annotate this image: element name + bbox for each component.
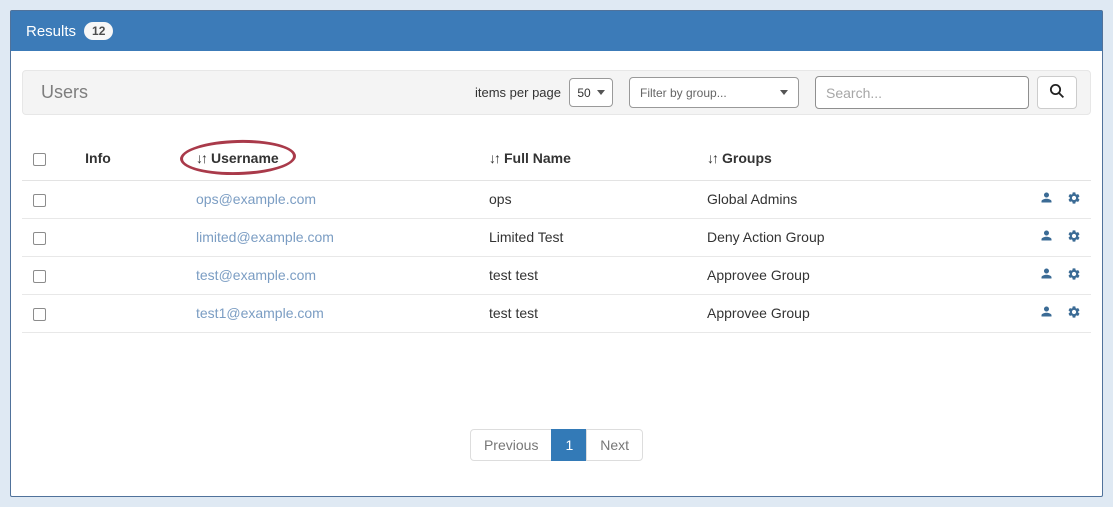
user-icon[interactable] — [1039, 228, 1054, 246]
group-filter-value: Filter by group... — [640, 86, 727, 100]
column-header-groups[interactable]: ↓↑Groups — [707, 136, 1013, 180]
row-checkbox[interactable] — [33, 270, 46, 283]
table-header-row: Info ↓↑Username ↓↑Full Name ↓↑Groups — [22, 136, 1091, 180]
column-header-fullname[interactable]: ↓↑Full Name — [489, 136, 707, 180]
column-header-info: Info — [58, 136, 138, 180]
column-header-username[interactable]: ↓↑Username — [138, 136, 489, 180]
results-count-badge: 12 — [84, 22, 113, 40]
username-link[interactable]: ops@example.com — [196, 191, 316, 207]
table-toolbar: Users items per page 50 Filter by group.… — [22, 70, 1091, 115]
user-icon[interactable] — [1039, 266, 1054, 284]
table-row: test@example.com test test Approvee Grou… — [22, 256, 1091, 294]
items-per-page-label: items per page — [475, 85, 561, 100]
table-row: ops@example.com ops Global Admins — [22, 180, 1091, 218]
group-filter-select[interactable]: Filter by group... — [629, 77, 799, 108]
groups-cell: Global Admins — [707, 180, 1013, 218]
gear-icon[interactable] — [1067, 305, 1081, 322]
gear-icon[interactable] — [1067, 191, 1081, 208]
chevron-down-icon — [597, 90, 605, 95]
fullname-cell: test test — [489, 256, 707, 294]
sort-icon: ↓↑ — [196, 150, 206, 166]
results-panel: Results 12 Users items per page 50 Filte… — [10, 10, 1103, 497]
sort-icon: ↓↑ — [489, 150, 499, 166]
fullname-cell: Limited Test — [489, 218, 707, 256]
username-link[interactable]: test1@example.com — [196, 305, 324, 321]
row-checkbox[interactable] — [33, 308, 46, 321]
groups-cell: Approvee Group — [707, 256, 1013, 294]
info-cell — [58, 294, 138, 332]
table-row: test1@example.com test test Approvee Gro… — [22, 294, 1091, 332]
toolbar-controls: items per page 50 Filter by group... — [475, 76, 1077, 109]
groups-cell: Deny Action Group — [707, 218, 1013, 256]
panel-heading: Results 12 — [11, 11, 1102, 51]
items-per-page-value: 50 — [577, 86, 590, 100]
items-per-page-select[interactable]: 50 — [569, 78, 613, 107]
search-button[interactable] — [1037, 76, 1077, 109]
row-checkbox[interactable] — [33, 194, 46, 207]
row-checkbox[interactable] — [33, 232, 46, 245]
groups-cell: Approvee Group — [707, 294, 1013, 332]
panel-body: Users items per page 50 Filter by group.… — [11, 51, 1102, 461]
username-link[interactable]: limited@example.com — [196, 229, 334, 245]
table-row: limited@example.com Limited Test Deny Ac… — [22, 218, 1091, 256]
page-title: Users — [41, 82, 88, 103]
username-link[interactable]: test@example.com — [196, 267, 316, 283]
gear-icon[interactable] — [1067, 229, 1081, 246]
pagination-previous-button[interactable]: Previous — [470, 429, 552, 461]
fullname-cell: ops — [489, 180, 707, 218]
info-cell — [58, 218, 138, 256]
fullname-cell: test test — [489, 294, 707, 332]
select-all-checkbox[interactable] — [33, 153, 46, 166]
pagination-next-button[interactable]: Next — [586, 429, 643, 461]
user-icon[interactable] — [1039, 304, 1054, 322]
sort-icon: ↓↑ — [707, 150, 717, 166]
search-input[interactable] — [815, 76, 1029, 109]
search-icon — [1048, 82, 1066, 103]
user-icon[interactable] — [1039, 190, 1054, 208]
users-table: Info ↓↑Username ↓↑Full Name ↓↑Groups — [22, 136, 1091, 333]
table-body: ops@example.com ops Global Admins limite… — [22, 180, 1091, 332]
info-cell — [58, 256, 138, 294]
panel-title: Results — [26, 23, 76, 40]
pagination: Previous 1 Next — [22, 429, 1091, 461]
pagination-page-1[interactable]: 1 — [551, 429, 587, 461]
chevron-down-icon — [780, 90, 788, 95]
gear-icon[interactable] — [1067, 267, 1081, 284]
info-cell — [58, 180, 138, 218]
